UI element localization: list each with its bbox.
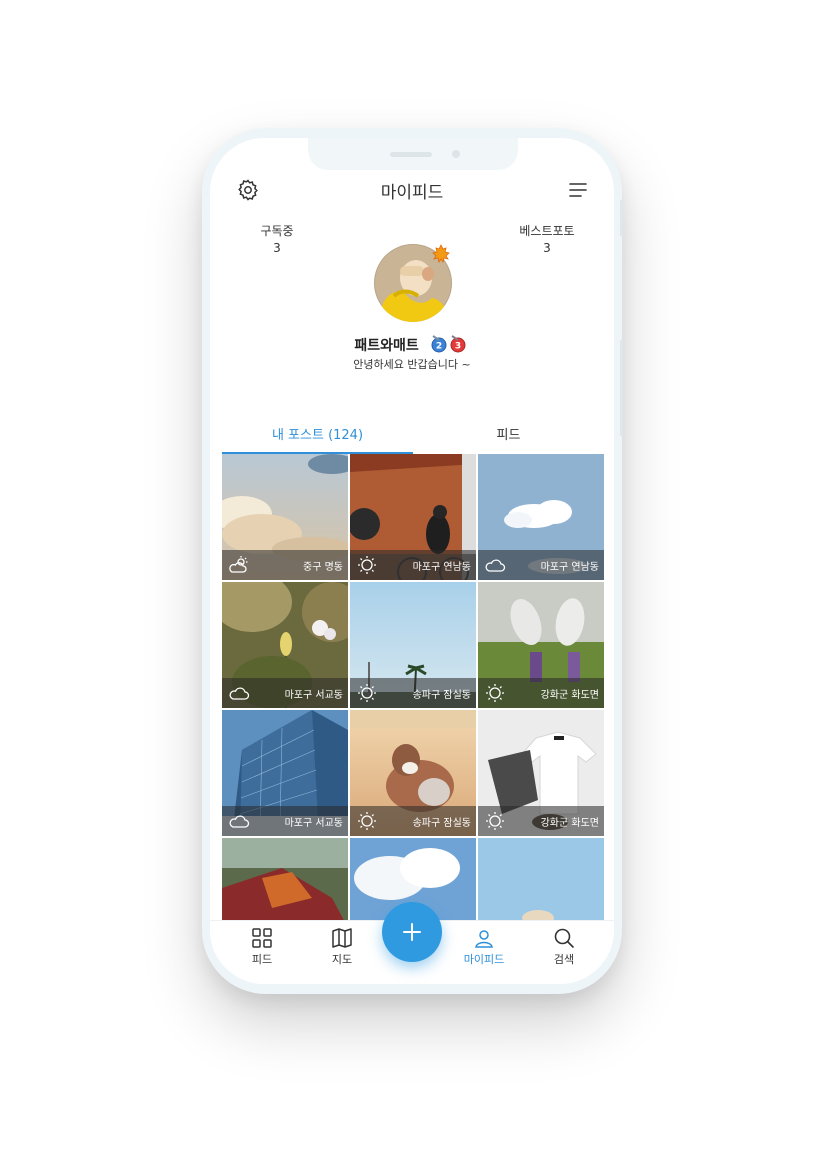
tab-my-posts[interactable]: 내 포스트 (124) [222,424,413,448]
following-count: 3 [273,241,281,255]
post-thumbnail[interactable]: 마포구 연남동 [350,454,476,580]
post-thumbnail[interactable]: 강화군 화도면 [478,710,604,836]
grid-icon [252,928,272,948]
profile-bio: 안녕하세요 반갑습니다 ~ [353,358,471,371]
following-label: 구독중 [260,224,294,238]
camera [452,150,460,158]
post-caption-bar: 마포구 서교동 [222,806,348,836]
nav-search[interactable]: 검색 [534,927,594,967]
post-caption-bar: 마포구 서교동 [222,678,348,708]
best-photo-label: 베스트포토 [519,224,575,238]
post-caption-bar: 송파구 잠실동 [350,806,476,836]
sun-icon [358,812,376,830]
post-thumbnail[interactable]: 마포구 연남동 [478,454,604,580]
post-caption-bar: 강화군 화도면 [478,678,604,708]
post-caption-bar: 송파구 잠실동 [350,678,476,708]
badge-3: 3 [455,342,461,352]
cloud-icon [485,559,506,572]
app-screen: 마이피드 구독중 3 베스트포토 3 패트와매트 2 3 안녕하세요 반갑습니다… [210,138,614,984]
post-location: 마포구 서교동 [284,690,343,701]
menu-button[interactable] [568,180,588,200]
post-location: 마포구 연남동 [540,562,599,573]
sun-icon [358,556,376,574]
post-caption-bar: 강화군 화도면 [478,806,604,836]
post-thumbnail[interactable]: 송파구 잠실동 [350,582,476,708]
post-thumbnail[interactable]: 마포구 서교동 [222,710,348,836]
post-location: 마포구 서교동 [284,818,343,829]
page-title: 마이피드 [380,183,444,203]
post-location: 중구 명동 [303,562,343,573]
nav-feed-label: 피드 [251,953,273,966]
following-stat[interactable]: 구독중 3 [232,222,322,255]
speaker [390,152,432,157]
add-post-button[interactable] [382,902,442,962]
nav-my-feed[interactable]: 마이피드 [454,927,514,967]
cloud-icon [229,815,250,828]
top-bar: 마이피드 [210,170,614,210]
map-icon [332,928,352,948]
badge-group: 2 3 [428,334,470,358]
post-location: 송파구 잠실동 [412,690,471,701]
plus-icon [403,923,421,941]
maple-leaf-icon [432,244,450,263]
post-location: 마포구 연남동 [412,562,471,573]
badge-2: 2 [436,342,442,352]
post-thumbnail[interactable]: 강화군 화도면 [478,582,604,708]
post-caption-bar: 마포구 연남동 [478,550,604,580]
nav-feed[interactable]: 피드 [232,927,292,967]
post-location: 송파구 잠실동 [412,818,471,829]
nav-my-feed-label: 마이피드 [463,953,505,966]
profile-tabs: 내 포스트 (124) 피드 [222,424,604,454]
post-location: 강화군 화도면 [540,818,599,829]
rank-badges: 2 3 [431,335,466,353]
cloud-icon [229,687,250,700]
phone-side-button [620,200,623,236]
post-caption-bar: 중구 명동 [222,550,348,580]
post-thumbnail[interactable]: 마포구 서교동 [222,582,348,708]
post-thumbnail[interactable]: 송파구 잠실동 [350,710,476,836]
nav-map-label: 지도 [331,953,353,966]
tab-feed[interactable]: 피드 [413,424,604,448]
post-thumbnail[interactable]: 중구 명동 [222,454,348,580]
search-icon [554,928,574,948]
post-caption-bar: 마포구 연남동 [350,550,476,580]
person-icon [475,930,493,948]
sun-icon [358,684,376,702]
best-photo-count: 3 [543,241,551,255]
sun-icon [486,812,504,830]
sun-icon [486,684,504,702]
phone-notch [308,138,518,170]
profile-name: 패트와매트 [354,338,419,354]
nav-map[interactable]: 지도 [312,927,372,967]
best-photo-stat[interactable]: 베스트포토 3 [502,222,592,255]
profile-name-row: 패트와매트 2 3 [210,334,614,358]
partly-cloudy-icon [229,556,248,573]
menu-icon [569,183,587,197]
phone-power-button [620,340,623,436]
nav-search-label: 검색 [553,953,575,966]
post-location: 강화군 화도면 [540,690,599,701]
